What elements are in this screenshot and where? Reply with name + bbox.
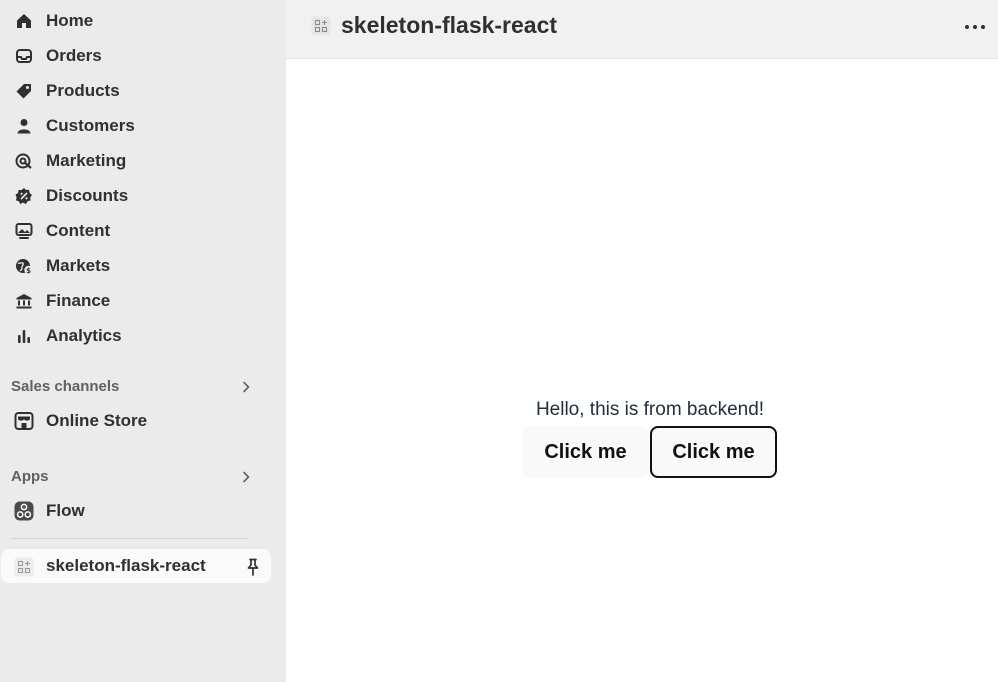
sidebar-item-home[interactable]: Home <box>0 3 286 37</box>
sidebar-item-markets[interactable]: $ Markets <box>0 248 286 282</box>
app-grid-icon <box>311 16 331 36</box>
flow-icon <box>14 501 34 521</box>
sidebar-item-flow[interactable]: Flow <box>0 493 286 527</box>
tag-icon <box>14 81 34 101</box>
main-content: skeleton-flask-react Hello, this is from… <box>286 0 998 682</box>
globe-dollar-icon: $ <box>14 256 34 276</box>
sidebar-item-label: Analytics <box>46 326 122 345</box>
sidebar-item-online-store[interactable]: Online Store <box>0 403 286 437</box>
sidebar-item-label: Marketing <box>46 151 127 170</box>
sidebar-item-label: Content <box>46 221 111 240</box>
sidebar-item-marketing[interactable]: Marketing <box>0 143 286 177</box>
person-icon <box>14 116 34 136</box>
sidebar-item-label: Products <box>46 81 120 100</box>
sidebar-item-label: Finance <box>46 291 111 310</box>
bank-icon <box>14 291 34 311</box>
sales-channels-header[interactable]: Sales channels <box>0 375 286 399</box>
sidebar-item-content[interactable]: Content <box>0 213 286 247</box>
sidebar-item-finance[interactable]: Finance <box>0 283 286 317</box>
discount-badge-icon <box>14 186 34 206</box>
click-me-button-focused[interactable]: Click me <box>650 426 777 478</box>
sidebar-divider <box>11 538 248 539</box>
sidebar-item-label: Flow <box>46 501 85 520</box>
sidebar-item-label: Home <box>46 11 94 30</box>
image-frame-icon <box>14 221 34 241</box>
sidebar-item-discounts[interactable]: Discounts <box>0 178 286 212</box>
section-heading: Apps <box>11 468 49 485</box>
target-icon <box>14 151 34 171</box>
sidebar-item-skeleton-flask-react[interactable]: skeleton-flask-react <box>1 549 271 583</box>
bar-chart-icon <box>14 326 34 346</box>
svg-text:$: $ <box>26 267 31 275</box>
sidebar-item-customers[interactable]: Customers <box>0 108 286 142</box>
app-grid-icon <box>14 557 34 577</box>
sidebar-item-label: Online Store <box>46 411 148 430</box>
chevron-right-icon[interactable] <box>238 379 254 395</box>
section-heading: Sales channels <box>11 378 120 395</box>
storefront-icon <box>14 411 34 431</box>
sidebar-item-analytics[interactable]: Analytics <box>0 318 286 352</box>
ellipsis-icon[interactable] <box>962 14 988 40</box>
page-title: skeleton-flask-react <box>341 12 558 38</box>
sidebar-item-products[interactable]: Products <box>0 73 286 107</box>
app-title-bar: skeleton-flask-react <box>286 0 998 59</box>
sidebar-item-label: Customers <box>46 116 135 135</box>
pin-icon[interactable] <box>243 557 263 577</box>
apps-header[interactable]: Apps <box>0 465 286 489</box>
home-icon <box>14 11 34 31</box>
inbox-icon <box>14 46 34 66</box>
chevron-right-icon[interactable] <box>238 469 254 485</box>
sidebar-item-label: Markets <box>46 256 111 275</box>
sidebar-item-label: Discounts <box>46 186 129 205</box>
sidebar-item-label: skeleton-flask-react <box>46 556 206 575</box>
sidebar-item-label: Orders <box>46 46 102 65</box>
sidebar-item-orders[interactable]: Orders <box>0 38 286 72</box>
sidebar: Home Orders Products Customers Marketing… <box>0 0 286 682</box>
backend-message: Hello, this is from backend! <box>535 399 765 420</box>
click-me-button[interactable]: Click me <box>522 426 649 478</box>
